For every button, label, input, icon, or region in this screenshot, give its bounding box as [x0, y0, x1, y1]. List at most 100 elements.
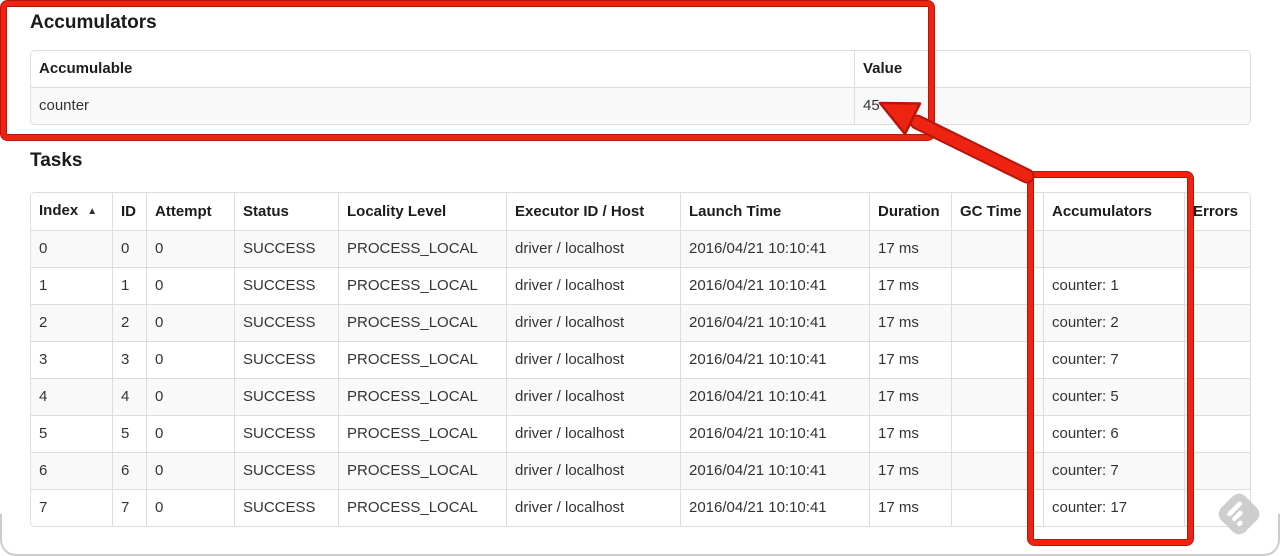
- table-cell: 5: [112, 415, 146, 452]
- table-cell: 0: [146, 452, 234, 489]
- col-header-index-label: Index: [39, 202, 79, 219]
- table-row: 6 6 0 SUCCESS PROCESS_LOCAL driver / localhos…: [31, 452, 1250, 489]
- tasks-section-heading: Tasks: [30, 150, 83, 171]
- table-cell: 17 ms: [869, 415, 951, 452]
- table-cell: counter: 1: [1043, 267, 1184, 304]
- table-cell: PROCESS_LOCAL: [338, 452, 506, 489]
- table-cell: 6: [112, 452, 146, 489]
- table-cell: [1184, 415, 1250, 452]
- table-cell: counter: 17: [1043, 489, 1184, 526]
- table-cell: [951, 230, 1043, 267]
- col-header-id[interactable]: ID: [112, 193, 146, 230]
- spark-stage-details-page: Accumulators Accumulable Value counter 45…: [0, 0, 1280, 556]
- table-cell: driver / localhost: [506, 304, 680, 341]
- table-cell: SUCCESS: [234, 230, 338, 267]
- table-cell: 17 ms: [869, 341, 951, 378]
- table-cell: 0: [146, 230, 234, 267]
- table-cell: counter: 2: [1043, 304, 1184, 341]
- table-row: 0 0 0 SUCCESS PROCESS_LOCAL driver / localhos…: [31, 230, 1250, 267]
- table-cell: 0: [146, 489, 234, 526]
- table-cell: SUCCESS: [234, 415, 338, 452]
- table-row: 5 5 0 SUCCESS PROCESS_LOCAL driver / localhos…: [31, 415, 1250, 452]
- table-cell: [1184, 304, 1250, 341]
- table-cell: 0: [146, 267, 234, 304]
- table-cell: 7: [31, 489, 112, 526]
- table-cell: 2016/04/21 10:10:41: [680, 489, 869, 526]
- tasks-table: Index ▲ ID Attempt Status Locality Level …: [30, 192, 1251, 527]
- sort-asc-icon: ▲: [87, 206, 98, 217]
- table-cell: 0: [146, 415, 234, 452]
- col-header-attempt[interactable]: Attempt: [146, 193, 234, 230]
- table-cell: PROCESS_LOCAL: [338, 341, 506, 378]
- table-cell: 2016/04/21 10:10:41: [680, 415, 869, 452]
- col-header-launch-time[interactable]: Launch Time: [680, 193, 869, 230]
- accumulators-section-heading: Accumulators: [30, 12, 157, 33]
- col-header-gc-time[interactable]: GC Time: [951, 193, 1043, 230]
- table-row: 7 7 0 SUCCESS PROCESS_LOCAL driver / localhos…: [31, 489, 1250, 526]
- table-cell: [1184, 267, 1250, 304]
- table-cell: [1184, 452, 1250, 489]
- table-cell: 0: [146, 378, 234, 415]
- table-cell: 0: [112, 230, 146, 267]
- accumulators-header-row: Accumulable Value: [31, 51, 1250, 87]
- table-cell: 2: [112, 304, 146, 341]
- table-cell: PROCESS_LOCAL: [338, 267, 506, 304]
- col-header-accumulable: Accumulable: [31, 51, 854, 87]
- tasks-header-row: Index ▲ ID Attempt Status Locality Level …: [31, 193, 1250, 230]
- table-cell: SUCCESS: [234, 378, 338, 415]
- table-cell: [951, 304, 1043, 341]
- table-cell: [951, 267, 1043, 304]
- table-cell: 17 ms: [869, 489, 951, 526]
- table-cell: counter: 6: [1043, 415, 1184, 452]
- col-header-duration[interactable]: Duration: [869, 193, 951, 230]
- table-cell: SUCCESS: [234, 452, 338, 489]
- table-cell: 1: [112, 267, 146, 304]
- table-cell: [951, 415, 1043, 452]
- table-cell: 0: [146, 341, 234, 378]
- table-row: 2 2 0 SUCCESS PROCESS_LOCAL driver / localhos…: [31, 304, 1250, 341]
- table-cell: 2016/04/21 10:10:41: [680, 452, 869, 489]
- col-header-accumulators[interactable]: Accumulators: [1043, 193, 1184, 230]
- table-cell: 7: [112, 489, 146, 526]
- table-cell: driver / localhost: [506, 452, 680, 489]
- table-cell: [951, 341, 1043, 378]
- table-cell: PROCESS_LOCAL: [338, 489, 506, 526]
- table-cell: 2016/04/21 10:10:41: [680, 267, 869, 304]
- col-header-index[interactable]: Index ▲: [31, 193, 112, 230]
- table-cell: 2016/04/21 10:10:41: [680, 341, 869, 378]
- table-cell: PROCESS_LOCAL: [338, 230, 506, 267]
- table-cell: [1043, 230, 1184, 267]
- table-cell: SUCCESS: [234, 341, 338, 378]
- col-header-status[interactable]: Status: [234, 193, 338, 230]
- table-cell: 17 ms: [869, 230, 951, 267]
- table-row: 4 4 0 SUCCESS PROCESS_LOCAL driver / localhos…: [31, 378, 1250, 415]
- table-cell: [951, 378, 1043, 415]
- table-cell: driver / localhost: [506, 415, 680, 452]
- col-header-locality-level[interactable]: Locality Level: [338, 193, 506, 230]
- table-cell: 17 ms: [869, 452, 951, 489]
- table-cell: counter: 5: [1043, 378, 1184, 415]
- col-header-executor-id-host[interactable]: Executor ID / Host: [506, 193, 680, 230]
- table-cell: [1184, 378, 1250, 415]
- table-cell: 3: [31, 341, 112, 378]
- table-cell: [1184, 341, 1250, 378]
- table-cell: [1184, 230, 1250, 267]
- table-cell: 17 ms: [869, 267, 951, 304]
- table-cell: 0: [31, 230, 112, 267]
- table-cell: 2016/04/21 10:10:41: [680, 304, 869, 341]
- table-cell: counter: 7: [1043, 341, 1184, 378]
- table-cell: driver / localhost: [506, 341, 680, 378]
- table-row: 1 1 0 SUCCESS PROCESS_LOCAL driver / localhos…: [31, 267, 1250, 304]
- table-cell: 2: [31, 304, 112, 341]
- table-cell: PROCESS_LOCAL: [338, 378, 506, 415]
- table-cell: 17 ms: [869, 304, 951, 341]
- table-cell: SUCCESS: [234, 267, 338, 304]
- table-row: counter 45: [31, 87, 1250, 124]
- table-cell: counter: [31, 87, 854, 124]
- table-cell: driver / localhost: [506, 378, 680, 415]
- table-cell: 17 ms: [869, 378, 951, 415]
- table-cell: 4: [31, 378, 112, 415]
- col-header-errors[interactable]: Errors: [1184, 193, 1250, 230]
- table-cell: driver / localhost: [506, 267, 680, 304]
- table-cell: SUCCESS: [234, 304, 338, 341]
